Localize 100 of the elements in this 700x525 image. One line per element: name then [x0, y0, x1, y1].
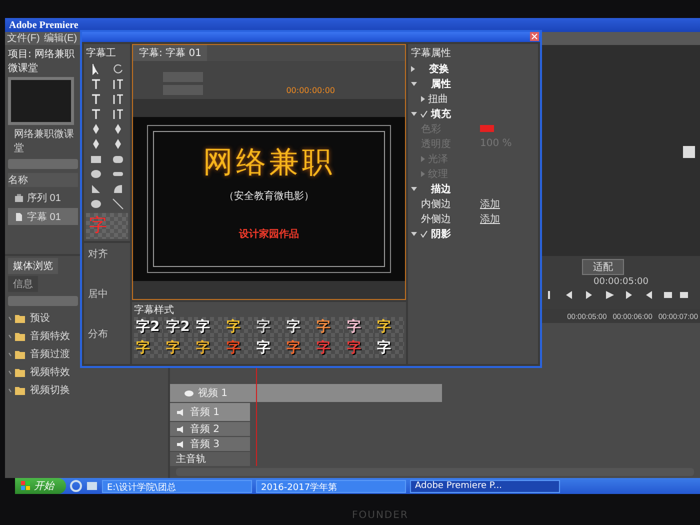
close-icon[interactable] [530, 32, 539, 41]
style-swatch[interactable]: 字2 [134, 317, 164, 337]
property-group[interactable]: 阴影 [431, 226, 451, 240]
document-icon [682, 145, 696, 159]
style-swatch[interactable]: 字 [194, 338, 224, 358]
browser-icon[interactable] [70, 480, 82, 492]
sequence-icon [14, 192, 24, 202]
style-swatch[interactable]: 字 [194, 317, 224, 337]
add-link[interactable]: 添加 [480, 212, 500, 226]
folder-icon [8, 332, 26, 340]
project-item[interactable]: 字幕 01 [8, 208, 78, 225]
timecode[interactable]: 00:00:00:00 [286, 86, 335, 95]
panel-title: 项目: 网络兼职微课堂 [8, 48, 76, 75]
folder-icon [8, 350, 26, 358]
style-swatch[interactable]: 字 [374, 338, 404, 358]
style-swatch[interactable]: 字 [134, 338, 164, 358]
expand-icon[interactable] [421, 96, 425, 102]
column-header: 名称 [8, 173, 78, 187]
panel-tab[interactable]: 信息 [8, 276, 38, 292]
window-title: Adobe Premiere [9, 20, 78, 30]
property-label: 扭曲 [428, 92, 449, 106]
project-file-name: 网络兼职微课堂 [13, 128, 75, 155]
rrect-tool-icon[interactable] [111, 153, 125, 165]
ellipse-tool-icon[interactable] [89, 168, 103, 180]
project-item[interactable]: 序列 01 [8, 189, 78, 206]
folder-icon [8, 314, 26, 322]
line-tool-icon[interactable] [111, 198, 125, 210]
folder-item[interactable]: 预设 [8, 310, 78, 326]
folder-icon [8, 368, 26, 376]
expand-icon[interactable] [411, 66, 415, 72]
track-header[interactable]: 视频 1 [170, 384, 442, 402]
section-label: 分布 [88, 328, 109, 341]
property-label: 内侧边 [421, 198, 452, 210]
text-tool-icon[interactable] [89, 78, 103, 90]
section-label: 对齐 [88, 248, 109, 261]
property-group[interactable]: 属性 [431, 76, 451, 90]
start-button[interactable]: 开始 [15, 478, 66, 494]
add-link[interactable]: 添加 [480, 196, 500, 210]
property-group[interactable]: 变换 [429, 62, 449, 76]
style-swatch[interactable]: 字 [164, 338, 194, 358]
vtext-tool-icon[interactable] [111, 78, 125, 90]
boxtext-tool-icon[interactable] [89, 93, 103, 105]
search-field[interactable] [8, 296, 78, 306]
desktop-icon[interactable] [86, 480, 98, 492]
eye-icon [184, 388, 194, 398]
expand-icon[interactable] [411, 82, 417, 86]
menu-item[interactable]: 编辑(E) [42, 32, 78, 45]
style-swatch[interactable]: 字 [254, 338, 284, 358]
expand-icon[interactable] [411, 232, 417, 236]
style-preview: 字 [86, 213, 128, 239]
windows-flag-icon [21, 481, 31, 491]
title-heading[interactable]: 网络兼职 [203, 142, 335, 183]
folder-item[interactable]: 音频特效 [8, 328, 78, 344]
title-credit[interactable]: 设计家园作品 [239, 227, 299, 241]
folder-item[interactable]: 视频切换 [8, 382, 78, 398]
pathtext-tool-icon[interactable] [89, 108, 103, 120]
expand-icon[interactable] [411, 186, 417, 190]
check-icon[interactable] [420, 110, 428, 118]
track-header[interactable]: 音频 3 [170, 437, 250, 451]
style-swatch[interactable]: 字 [374, 317, 404, 337]
style-swatch[interactable]: 字2 [164, 317, 194, 337]
style-swatch[interactable]: 字 [284, 338, 314, 358]
document-icon [14, 212, 24, 222]
arc-tool-icon[interactable] [111, 183, 125, 195]
rotate-tool-icon[interactable] [111, 63, 125, 75]
track-header[interactable]: 音频 2 [170, 422, 250, 436]
style-swatch[interactable]: 字 [284, 317, 314, 337]
property-group[interactable]: 填充 [431, 106, 451, 120]
folder-item[interactable]: 音频过渡 [8, 346, 78, 362]
panel-tab[interactable]: 字幕: 字幕 01 [133, 45, 208, 61]
zoom-dropdown[interactable]: 适配 [582, 259, 624, 275]
folder-item[interactable]: 视频特效 [8, 364, 78, 380]
section-label: 居中 [88, 288, 109, 301]
panel-title: 字幕工 [86, 46, 117, 60]
title-subtitle[interactable]: （安全教育微电影） [224, 189, 314, 203]
check-icon[interactable] [420, 230, 428, 238]
search-field[interactable] [8, 159, 78, 169]
style-swatch[interactable]: 字 [314, 317, 344, 337]
property-label: 外侧边 [421, 212, 452, 226]
folder-icon [8, 386, 26, 394]
vpathtext-tool-icon[interactable] [111, 108, 125, 120]
taskbar-button[interactable]: Adobe Premiere P... [410, 480, 560, 492]
panel-tab[interactable]: 媒体浏览 [8, 258, 58, 274]
title-thumbnail [8, 77, 74, 125]
style-swatch[interactable]: 字 [254, 317, 284, 337]
panel-title: 字幕属性 [411, 46, 452, 60]
style-swatch[interactable]: 字 [344, 317, 374, 337]
wedge-tool-icon[interactable] [89, 183, 103, 195]
property-group[interactable]: 描边 [431, 182, 451, 196]
menu-item[interactable]: 文件(F) [6, 32, 41, 45]
circle-tool-icon[interactable] [89, 198, 103, 210]
track-header[interactable]: 主音轨 [170, 452, 250, 466]
timecode: 00:00:05:00 [594, 277, 648, 287]
style-swatch[interactable]: 字 [224, 317, 254, 337]
track-header[interactable]: 音频 1 [170, 403, 250, 421]
vboxtext-tool-icon[interactable] [111, 93, 125, 105]
rect-tool-icon[interactable] [89, 153, 103, 165]
taskbar-button[interactable]: E:\设计学院\团总 [102, 480, 252, 492]
taskbar-button[interactable]: 2016-2017学年第 [256, 480, 406, 492]
expand-icon[interactable] [411, 112, 417, 116]
